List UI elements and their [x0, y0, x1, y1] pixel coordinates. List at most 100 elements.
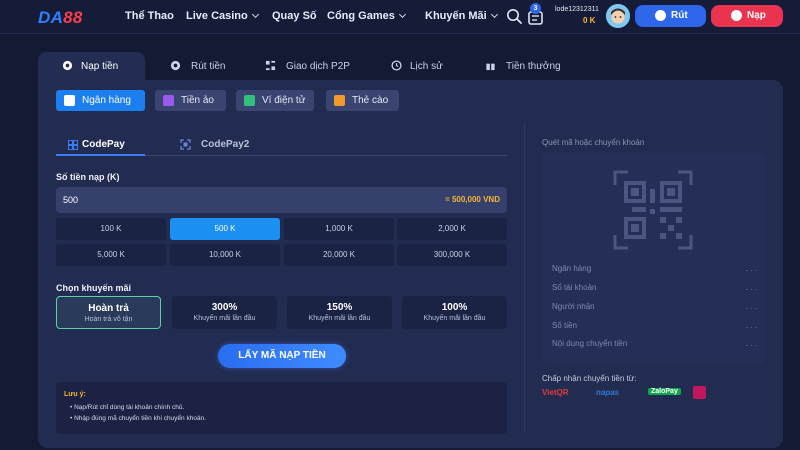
napas-logo: napas — [596, 388, 620, 397]
promo-title: 300% — [211, 302, 238, 313]
nav-label: Khuyến Mãi — [425, 10, 487, 22]
qr-row-value: . . . — [745, 339, 757, 348]
nav-label: Thể Thao — [125, 10, 174, 22]
note-line: • Nhập đúng mã chuyển tiền khi chuyển kh… — [70, 415, 206, 422]
withdraw-button[interactable]: Rút — [635, 5, 706, 27]
top-navbar: DA88 Thể Thao Live Casino Quay Số Cổng G… — [0, 0, 800, 34]
tab-rut-tien[interactable]: Rút tiền — [160, 52, 240, 80]
withdraw-tab-icon — [170, 60, 181, 71]
gift-icon — [486, 61, 495, 71]
nav-label: Quay Số — [272, 10, 317, 22]
brand-logo-part2: 88 — [63, 8, 83, 27]
nav-khuyen-mai[interactable]: Khuyến Mãi — [425, 10, 498, 22]
amount-chip[interactable]: 1,000 K — [284, 218, 394, 240]
qr-panel — [542, 153, 766, 363]
promo-subtitle: Khuyến mãi lần đầu — [423, 315, 486, 322]
method-label: Ví điện tử — [262, 95, 306, 106]
get-deposit-code-button[interactable]: LẤY MÃ NẠP TIỀN — [218, 344, 346, 368]
tab-label: Giao dịch P2P — [286, 61, 350, 72]
method-ngan-hang[interactable]: Ngân hàng — [56, 90, 145, 111]
qr-info-row: Người nhận . . . — [552, 302, 757, 311]
promo-option[interactable]: 150% Khuyến mãi lần đầu — [287, 296, 392, 329]
promo-option-selected[interactable]: Hoàn trả Hoàn trả vô tận — [56, 296, 161, 329]
qr-info-row: Số tài khoản . . . — [552, 283, 757, 292]
amount-chip[interactable]: 20,000 K — [284, 244, 394, 266]
brand-logo[interactable]: DA88 — [38, 8, 83, 28]
qr-row-label: Người nhận — [552, 302, 595, 311]
tab-label: Tiền thưởng — [506, 61, 561, 72]
search-icon[interactable] — [506, 8, 522, 24]
method-tien-ao[interactable]: Tiền ảo — [155, 90, 226, 111]
tab-nap-tien[interactable]: Nạp tiền — [38, 52, 145, 80]
crypto-icon — [163, 95, 174, 106]
wallet-icon — [62, 60, 73, 71]
accept-label: Chấp nhận chuyển tiền từ: — [542, 374, 637, 383]
promo-label: Chọn khuyến mãi — [56, 283, 132, 293]
tab-giao-dich-p2p[interactable]: Giao dịch P2P — [254, 52, 364, 80]
qr-info-row: Nội dung chuyển tiền . . . — [552, 339, 757, 348]
promo-subtitle: Khuyến mãi lần đầu — [308, 315, 371, 322]
method-vi-dien-tu[interactable]: Ví điện tử — [236, 90, 314, 111]
subtab-codepay[interactable]: CodePay — [68, 139, 125, 150]
card-icon — [334, 95, 345, 106]
qr-row-label: Ngân hàng — [552, 264, 592, 273]
nav-label: Live Casino — [186, 10, 248, 22]
method-label: Thẻ cào — [352, 95, 389, 106]
promo-option[interactable]: 100% Khuyến mãi lần đầu — [402, 296, 507, 329]
nav-quay-so[interactable]: Quay Số — [272, 10, 317, 22]
promo-option[interactable]: 300% Khuyến mãi lần đầu — [172, 296, 277, 329]
balance: 0 K — [583, 16, 596, 25]
amount-value: 500 — [63, 195, 79, 205]
withdraw-icon — [655, 10, 666, 21]
momo-logo: MoMo — [693, 386, 706, 399]
qr-row-value: . . . — [745, 264, 757, 273]
avatar-face-icon — [606, 4, 630, 28]
tab-lich-su[interactable]: Lịch sử — [380, 52, 450, 80]
promo-title: Hoàn trả — [88, 303, 129, 314]
amount-label: Số tiền nạp (K) — [56, 172, 120, 182]
subtab-active-indicator — [56, 154, 145, 156]
promo-subtitle: Khuyến mãi lần đầu — [193, 315, 256, 322]
amount-chip[interactable]: 5,000 K — [56, 244, 166, 266]
nav-cong-games[interactable]: Cổng Games — [327, 10, 406, 22]
notification-badge: 3 — [530, 3, 541, 14]
subtab-codepay2[interactable]: CodePay2 — [180, 139, 249, 150]
scan-icon — [180, 139, 191, 150]
subtab-label: CodePay — [82, 139, 125, 150]
zalopay-logo: ZaloPay — [648, 388, 681, 395]
amount-chip-selected[interactable]: 500 K — [170, 218, 280, 240]
note-title: Lưu ý: — [64, 391, 86, 398]
brand-logo-part1: DA — [38, 8, 64, 27]
qr-info-row: Ngân hàng . . . — [552, 264, 757, 273]
qr-small-icon — [68, 140, 78, 150]
qr-row-label: Số tiền — [552, 321, 577, 330]
amount-chip[interactable]: 100 K — [56, 218, 166, 240]
nav-label: Cổng Games — [327, 10, 395, 22]
history-icon — [391, 60, 402, 71]
notification-button[interactable]: 3 — [527, 3, 545, 27]
note-box: Lưu ý: • Nạp/Rút chỉ dùng tài khoản chín… — [56, 382, 507, 434]
amount-input[interactable]: 500 = 500,000 VND — [56, 187, 507, 213]
qr-info-row: Số tiền . . . — [552, 321, 757, 330]
amount-converted: = 500,000 VND — [445, 195, 500, 204]
qr-row-label: Số tài khoản — [552, 283, 597, 292]
qr-row-value: . . . — [745, 283, 757, 292]
ewallet-icon — [244, 95, 255, 106]
nav-live-casino[interactable]: Live Casino — [186, 10, 259, 22]
amount-chip[interactable]: 10,000 K — [170, 244, 280, 266]
qr-row-value: . . . — [745, 302, 757, 311]
amount-chip[interactable]: 300,000 K — [397, 244, 507, 266]
avatar[interactable] — [606, 4, 630, 28]
tab-tien-thuong[interactable]: Tiền thưởng — [474, 52, 569, 80]
method-label: Tiền ảo — [181, 95, 214, 106]
method-the-cao[interactable]: Thẻ cào — [326, 90, 399, 111]
deposit-button[interactable]: Nạp — [711, 5, 783, 27]
tab-label: Nạp tiền — [81, 61, 119, 72]
chevron-down-icon — [398, 10, 406, 19]
nav-the-thao[interactable]: Thể Thao — [125, 10, 174, 22]
column-divider — [524, 123, 525, 433]
promo-title: 150% — [326, 302, 353, 313]
tab-label: Lịch sử — [410, 61, 443, 72]
bank-icon — [64, 95, 75, 106]
amount-chip[interactable]: 2,000 K — [397, 218, 507, 240]
